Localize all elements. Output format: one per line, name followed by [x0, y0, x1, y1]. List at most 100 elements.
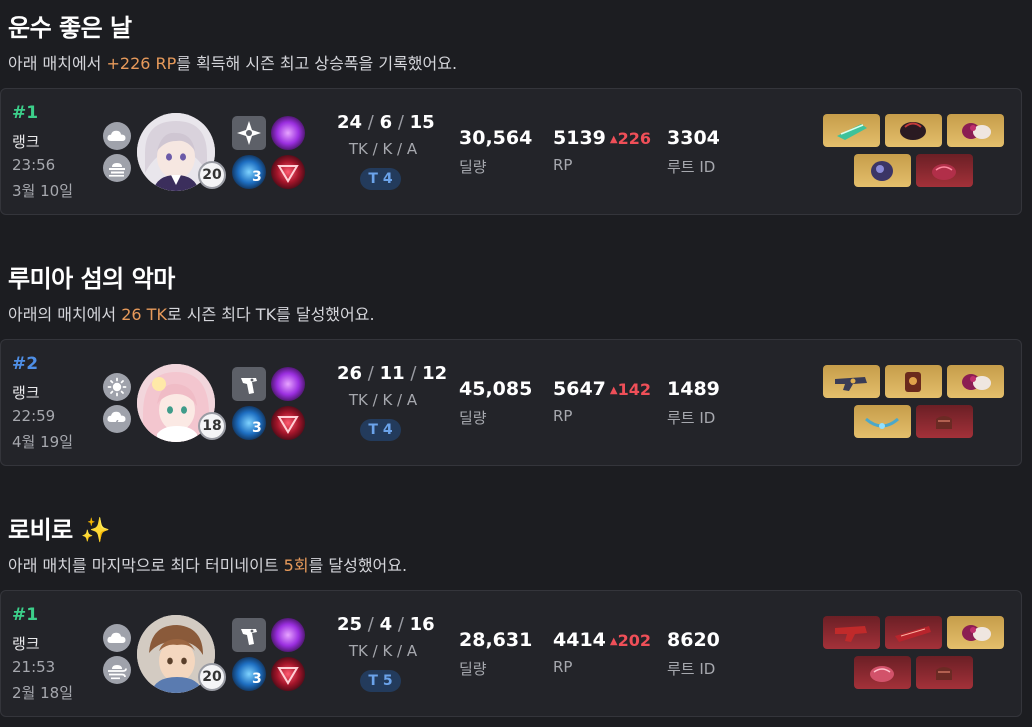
kda-values: 25 / 4 / 16 — [337, 614, 435, 635]
kills: 6 — [379, 112, 393, 133]
section-subtitle: 아래 매치를 마지막으로 최다 터미네이트 5회를 달성했어요. — [8, 552, 407, 576]
arrow-up-icon: ▲ — [609, 385, 618, 396]
trait-level: 3 — [252, 420, 262, 436]
kills: 4 — [379, 614, 393, 635]
rp-total: 4414 — [553, 629, 606, 651]
tactical-skill-icon — [271, 618, 305, 652]
trait-level: 3 — [252, 671, 262, 687]
item-slot[interactable] — [916, 656, 973, 689]
item-slot[interactable] — [947, 114, 1004, 147]
damage-value: 45,085 — [459, 378, 533, 400]
match-card[interactable]: #1 랭크 23:56 3월 10일 20 3 24 / 6 / 15 TK /… — [0, 88, 1022, 215]
damage-value: 30,564 — [459, 127, 533, 149]
cloud-icon — [103, 122, 131, 150]
subtitle-text: 를 달성했어요. — [308, 556, 408, 575]
kda-label: TK / K / A — [348, 391, 418, 409]
match-date: 4월 19일 — [12, 433, 73, 451]
item-slot[interactable] — [947, 616, 1004, 649]
item-slot[interactable] — [916, 405, 973, 438]
arrow-up-icon: ▲ — [609, 134, 618, 145]
item-slot[interactable] — [854, 656, 911, 689]
route-value[interactable]: 3304 — [667, 127, 720, 149]
damage-label: 딜량 — [459, 660, 487, 678]
item-slot[interactable] — [885, 365, 942, 398]
kda-label: TK / K / A — [348, 642, 418, 660]
item-slot[interactable] — [885, 616, 942, 649]
route-label: 루트 ID — [667, 409, 716, 427]
section-title: 운수 좋은 날 — [8, 14, 132, 42]
highlight-section: 루미아 섬의 악마 아래의 매치에서 26 TK로 시즌 최다 TK를 달성했어… — [0, 259, 1032, 469]
assists: 12 — [422, 363, 448, 384]
trait-icon: 3 — [232, 406, 266, 440]
mode-label: 랭크 — [12, 384, 40, 402]
match-date: 2월 18일 — [12, 684, 73, 702]
subtitle-highlight: +226 RP — [106, 54, 177, 73]
rank-number: #1 — [12, 605, 39, 625]
rp-delta-value: 226 — [617, 129, 651, 148]
rp-delta: ▲202 — [610, 631, 651, 650]
rp-label: RP — [553, 156, 573, 174]
trait-icon: 3 — [232, 155, 266, 189]
trait-level: 3 — [252, 169, 262, 185]
character-level: 20 — [198, 663, 226, 691]
match-time: 23:56 — [12, 156, 56, 174]
route-value[interactable]: 8620 — [667, 629, 720, 651]
cloud-icon — [103, 624, 131, 652]
rp-delta-value: 142 — [617, 380, 651, 399]
rp-label: RP — [553, 658, 573, 676]
item-slot[interactable] — [823, 114, 880, 147]
item-slot[interactable] — [823, 616, 880, 649]
subtitle-text: 아래 매치를 마지막으로 최다 터미네이트 — [8, 556, 284, 575]
rp-value: 5139 ▲226 — [553, 127, 651, 149]
section-title: 로비로 ✨ — [8, 516, 110, 544]
item-slot[interactable] — [854, 405, 911, 438]
match-card[interactable]: #1 랭크 21:53 2월 18일 20 3 25 / 4 / 16 TK /… — [0, 590, 1022, 717]
character-level: 18 — [198, 412, 226, 440]
rank-number: #2 — [12, 354, 39, 374]
rp-total: 5139 — [553, 127, 606, 149]
augment-icon — [271, 155, 305, 189]
weapon-icon — [232, 367, 266, 401]
sun-icon — [103, 373, 131, 401]
highlight-section: 로비로 ✨ 아래 매치를 마지막으로 최다 터미네이트 5회를 달성했어요. #… — [0, 510, 1032, 720]
weapon-icon — [232, 116, 266, 150]
rp-delta: ▲142 — [610, 380, 651, 399]
storm-icon — [103, 405, 131, 433]
route-value[interactable]: 1489 — [667, 378, 720, 400]
match-time: 21:53 — [12, 658, 56, 676]
rank-number: #1 — [12, 103, 39, 123]
damage-label: 딜량 — [459, 409, 487, 427]
highlight-section: 운수 좋은 날 아래 매치에서 +226 RP를 획득해 시즌 최고 상승폭을 … — [0, 8, 1032, 218]
item-slot[interactable] — [947, 365, 1004, 398]
assists: 15 — [409, 112, 435, 133]
team-kills: 26 — [337, 363, 363, 384]
trait-icon: 3 — [232, 657, 266, 691]
rp-delta: ▲226 — [610, 129, 651, 148]
kda-values: 24 / 6 / 15 — [337, 112, 435, 133]
item-slot[interactable] — [823, 365, 880, 398]
match-card[interactable]: #2 랭크 22:59 4월 19일 18 3 26 / 11 / 12 TK … — [0, 339, 1022, 466]
team-kills: 24 — [337, 112, 363, 133]
augment-icon — [271, 657, 305, 691]
section-title: 루미아 섬의 악마 — [8, 265, 175, 293]
team-kills: 25 — [337, 614, 363, 635]
match-time: 22:59 — [12, 407, 56, 425]
section-subtitle: 아래 매치에서 +226 RP를 획득해 시즌 최고 상승폭을 기록했어요. — [8, 50, 457, 74]
item-slot[interactable] — [885, 114, 942, 147]
route-label: 루트 ID — [667, 660, 716, 678]
tactical-skill-icon — [271, 116, 305, 150]
tier-badge: T 4 — [360, 168, 401, 190]
subtitle-text: 를 획득해 시즌 최고 상승폭을 기록했어요. — [176, 54, 458, 73]
match-date: 3월 10일 — [12, 182, 73, 200]
rp-value: 4414 ▲202 — [553, 629, 651, 651]
tier-badge: T 4 — [360, 419, 401, 441]
item-slot[interactable] — [854, 154, 911, 187]
weapon-icon — [232, 618, 266, 652]
subtitle-highlight: 5회 — [283, 556, 309, 575]
item-slot[interactable] — [916, 154, 973, 187]
tier-badge: T 5 — [360, 670, 401, 692]
rp-label: RP — [553, 407, 573, 425]
subtitle-text: 아래 매치에서 — [8, 54, 107, 73]
wind-icon — [103, 656, 131, 684]
subtitle-highlight: 26 TK — [121, 305, 167, 324]
